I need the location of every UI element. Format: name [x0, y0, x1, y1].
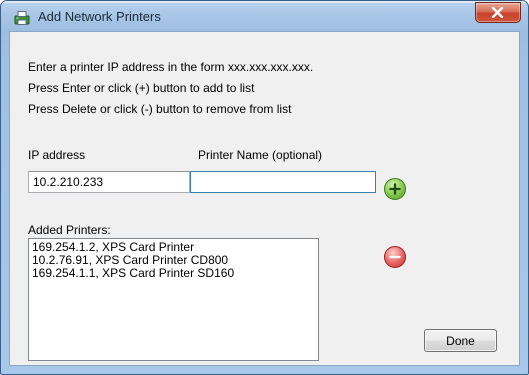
added-printers-list[interactable]: 169.254.1.2, XPS Card Printer 10.2.76.91… — [28, 238, 319, 361]
close-icon — [491, 7, 504, 18]
close-button[interactable] — [475, 2, 521, 23]
dialog-window: Add Network Printers Enter a printer IP … — [0, 0, 529, 375]
instruction-line-2: Press Enter or click (+) button to add t… — [28, 81, 255, 95]
remove-printer-button[interactable] — [384, 246, 406, 268]
ip-address-label: IP address — [28, 148, 86, 162]
add-printer-button[interactable] — [384, 178, 406, 200]
title-bar[interactable]: Add Network Printers — [1, 1, 528, 31]
plus-circle-icon — [389, 183, 401, 195]
list-item[interactable]: 169.254.1.1, XPS Card Printer SD160 — [32, 267, 315, 280]
dialog-client-area: Enter a printer IP address in the form x… — [9, 31, 520, 366]
added-printers-label: Added Printers: — [28, 223, 111, 237]
window-title: Add Network Printers — [38, 9, 161, 24]
instruction-line-1: Enter a printer IP address in the form x… — [28, 60, 314, 74]
printer-name-input[interactable] — [190, 171, 376, 193]
printer-icon — [14, 11, 30, 25]
ip-address-input[interactable] — [28, 171, 190, 193]
printer-name-label: Printer Name (optional) — [198, 148, 323, 162]
minus-circle-icon — [389, 255, 401, 259]
instruction-line-3: Press Delete or click (-) button to remo… — [28, 102, 292, 116]
done-button[interactable]: Done — [424, 329, 497, 352]
